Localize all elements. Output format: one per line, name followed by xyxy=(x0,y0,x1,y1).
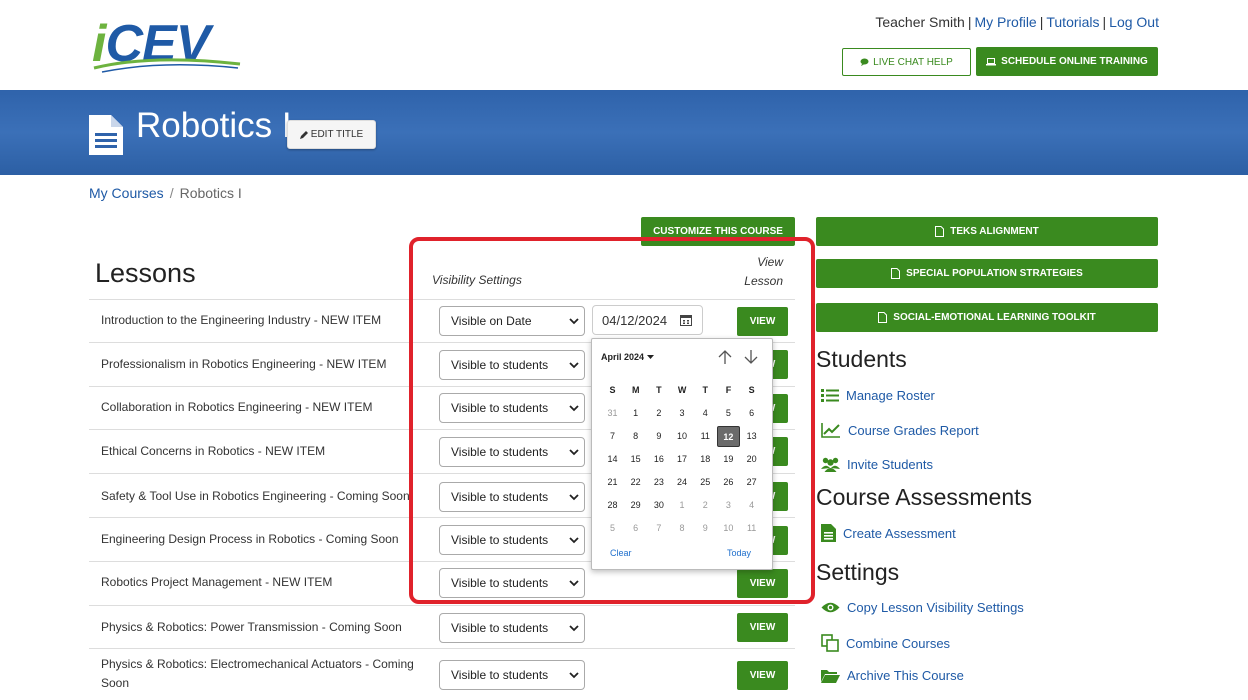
sel-toolkit-button[interactable]: SOCIAL-EMOTIONAL LEARNING TOOLKIT xyxy=(816,303,1158,332)
copy-visibility-settings-link[interactable]: Copy Lesson Visibility Settings xyxy=(821,600,1024,615)
copy-visibility-settings-label: Copy Lesson Visibility Settings xyxy=(847,600,1024,615)
combine-courses-link[interactable]: Combine Courses xyxy=(821,634,950,652)
copy-icon xyxy=(821,634,839,652)
lesson-name[interactable]: Engineering Design Process in Robotics -… xyxy=(101,530,419,549)
course-assessments-heading: Course Assessments xyxy=(816,484,1033,510)
assessment-file-icon xyxy=(821,524,836,542)
view-lesson-button[interactable]: VIEW xyxy=(737,613,788,642)
lesson-name[interactable]: Physics & Robotics: Electromechanical Ac… xyxy=(101,655,423,693)
teks-alignment-label: TEKS ALIGNMENT xyxy=(950,226,1039,237)
line-chart-icon xyxy=(821,423,840,438)
archive-course-link[interactable]: Archive This Course xyxy=(821,668,964,683)
visibility-select[interactable]: Visible to students xyxy=(439,660,585,690)
special-population-button[interactable]: SPECIAL POPULATION STRATEGIES xyxy=(816,259,1158,288)
manage-roster-label: Manage Roster xyxy=(846,388,935,403)
sel-toolkit-label: SOCIAL-EMOTIONAL LEARNING TOOLKIT xyxy=(893,312,1096,323)
file-icon xyxy=(935,226,945,237)
lesson-name[interactable]: Collaboration in Robotics Engineering - … xyxy=(101,398,419,417)
view-lesson-button[interactable]: VIEW xyxy=(737,661,788,690)
document-icon xyxy=(89,115,123,155)
eye-icon xyxy=(821,602,840,613)
create-assessment-link[interactable]: Create Assessment xyxy=(821,524,956,542)
lesson-name[interactable]: Safety & Tool Use in Robotics Engineerin… xyxy=(101,487,419,506)
breadcrumb-my-courses[interactable]: My Courses xyxy=(89,185,164,201)
lesson-name[interactable]: Physics & Robotics: Power Transmission -… xyxy=(101,618,419,637)
top-header: iCEV Teacher Smith | My Profile | Tutorials |… xyxy=(0,0,1248,90)
breadcrumb-separator: / xyxy=(169,185,174,201)
schedule-training-label: SCHEDULE ONLINE TRAINING xyxy=(1001,56,1148,67)
lesson-name[interactable]: Introduction to the Engineering Industry… xyxy=(101,311,419,330)
invite-students-link[interactable]: Invite Students xyxy=(821,456,933,472)
students-heading: Students xyxy=(816,346,907,372)
users-icon xyxy=(821,457,840,472)
chevron-down-icon xyxy=(569,672,579,679)
file-icon xyxy=(878,312,888,323)
file-icon xyxy=(891,268,901,279)
my-profile-link[interactable]: My Profile xyxy=(974,14,1036,30)
course-grades-report-label: Course Grades Report xyxy=(848,422,979,438)
lesson-row: Physics & Robotics: Power Transmission -… xyxy=(89,605,795,648)
lesson-row: Physics & Robotics: Electromechanical Ac… xyxy=(89,648,795,700)
course-title: Robotics I xyxy=(136,106,292,145)
combine-courses-label: Combine Courses xyxy=(846,635,951,651)
visibility-select[interactable]: Visible to students xyxy=(439,613,585,643)
lesson-name[interactable]: Ethical Concerns in Robotics - NEW ITEM xyxy=(101,442,419,461)
teks-alignment-button[interactable]: TEKS ALIGNMENT xyxy=(816,217,1158,246)
schedule-training-button[interactable]: SCHEDULE ONLINE TRAINING xyxy=(976,47,1158,76)
user-nav: Teacher Smith | My Profile | Tutorials | Log O… xyxy=(875,14,1159,30)
icev-logo[interactable]: iCEV xyxy=(92,14,252,76)
live-chat-button[interactable]: LIVE CHAT HELP xyxy=(842,48,971,76)
archive-course-label: Archive This Course xyxy=(847,668,964,683)
lessons-heading: Lessons xyxy=(95,258,196,288)
folder-open-icon xyxy=(821,670,840,683)
lesson-name[interactable]: Professionalism in Robotics Engineering … xyxy=(101,355,419,374)
settings-heading: Settings xyxy=(816,559,900,585)
create-assessment-label: Create Assessment xyxy=(843,525,956,541)
live-chat-label: LIVE CHAT HELP xyxy=(873,56,953,68)
manage-roster-link[interactable]: Manage Roster xyxy=(821,388,935,403)
highlight-box xyxy=(409,237,815,604)
laptop-icon xyxy=(986,57,997,65)
customize-course-label: CUSTOMIZE THIS COURSE xyxy=(653,226,783,237)
edit-title-label: EDIT TITLE xyxy=(310,129,364,140)
breadcrumb: My Courses / Robotics I xyxy=(89,185,242,201)
logo-swoosh-icon xyxy=(93,58,241,73)
tutorials-link[interactable]: Tutorials xyxy=(1046,14,1099,30)
chat-icon xyxy=(860,58,869,66)
invite-students-label: Invite Students xyxy=(847,456,933,472)
special-population-label: SPECIAL POPULATION STRATEGIES xyxy=(906,268,1083,279)
list-icon xyxy=(821,389,839,402)
edit-title-button[interactable]: EDIT TITLE xyxy=(287,120,376,149)
lesson-name[interactable]: Robotics Project Management - NEW ITEM xyxy=(101,573,419,592)
pencil-icon xyxy=(299,130,308,139)
chevron-down-icon xyxy=(569,625,579,632)
breadcrumb-current: Robotics I xyxy=(179,185,242,201)
log-out-link[interactable]: Log Out xyxy=(1109,14,1159,30)
course-grades-report-link[interactable]: Course Grades Report xyxy=(821,422,979,438)
user-name: Teacher Smith xyxy=(875,14,965,30)
